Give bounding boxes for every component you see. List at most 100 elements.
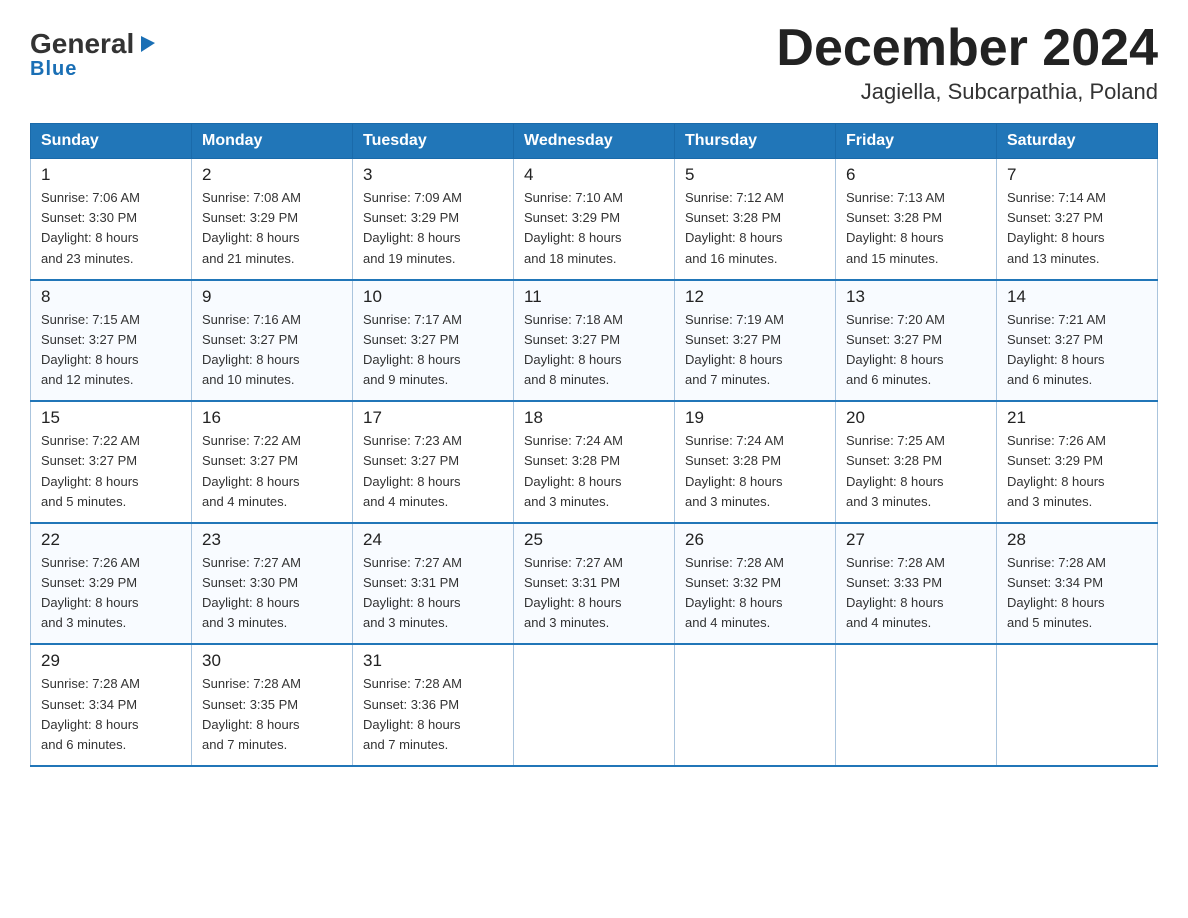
- calendar-cell: 2 Sunrise: 7:08 AMSunset: 3:29 PMDayligh…: [192, 159, 353, 280]
- day-number: 21: [1007, 408, 1147, 428]
- calendar-table: SundayMondayTuesdayWednesdayThursdayFrid…: [30, 123, 1158, 767]
- calendar-header-tuesday: Tuesday: [353, 124, 514, 159]
- day-info: Sunrise: 7:24 AMSunset: 3:28 PMDaylight:…: [685, 433, 784, 508]
- calendar-cell: 1 Sunrise: 7:06 AMSunset: 3:30 PMDayligh…: [31, 159, 192, 280]
- calendar-cell: 4 Sunrise: 7:10 AMSunset: 3:29 PMDayligh…: [514, 159, 675, 280]
- calendar-cell: 31 Sunrise: 7:28 AMSunset: 3:36 PMDaylig…: [353, 644, 514, 766]
- day-info: Sunrise: 7:12 AMSunset: 3:28 PMDaylight:…: [685, 190, 784, 265]
- day-number: 6: [846, 165, 986, 185]
- calendar-cell: 28 Sunrise: 7:28 AMSunset: 3:34 PMDaylig…: [997, 523, 1158, 645]
- day-number: 18: [524, 408, 664, 428]
- calendar-header-row: SundayMondayTuesdayWednesdayThursdayFrid…: [31, 124, 1158, 159]
- day-info: Sunrise: 7:21 AMSunset: 3:27 PMDaylight:…: [1007, 312, 1106, 387]
- page-header: General Blue December 2024 Jagiella, Sub…: [30, 20, 1158, 105]
- day-number: 26: [685, 530, 825, 550]
- day-info: Sunrise: 7:28 AMSunset: 3:34 PMDaylight:…: [41, 676, 140, 751]
- calendar-week-row: 8 Sunrise: 7:15 AMSunset: 3:27 PMDayligh…: [31, 280, 1158, 402]
- day-info: Sunrise: 7:28 AMSunset: 3:32 PMDaylight:…: [685, 555, 784, 630]
- logo-blue-text: Blue: [30, 58, 77, 81]
- calendar-cell: 11 Sunrise: 7:18 AMSunset: 3:27 PMDaylig…: [514, 280, 675, 402]
- calendar-cell: [675, 644, 836, 766]
- calendar-cell: 26 Sunrise: 7:28 AMSunset: 3:32 PMDaylig…: [675, 523, 836, 645]
- day-number: 24: [363, 530, 503, 550]
- calendar-cell: [514, 644, 675, 766]
- calendar-week-row: 15 Sunrise: 7:22 AMSunset: 3:27 PMDaylig…: [31, 401, 1158, 523]
- calendar-cell: 29 Sunrise: 7:28 AMSunset: 3:34 PMDaylig…: [31, 644, 192, 766]
- page-subtitle: Jagiella, Subcarpathia, Poland: [776, 79, 1158, 105]
- calendar-week-row: 29 Sunrise: 7:28 AMSunset: 3:34 PMDaylig…: [31, 644, 1158, 766]
- day-info: Sunrise: 7:08 AMSunset: 3:29 PMDaylight:…: [202, 190, 301, 265]
- day-info: Sunrise: 7:09 AMSunset: 3:29 PMDaylight:…: [363, 190, 462, 265]
- day-number: 8: [41, 287, 181, 307]
- day-info: Sunrise: 7:28 AMSunset: 3:36 PMDaylight:…: [363, 676, 462, 751]
- day-number: 11: [524, 287, 664, 307]
- calendar-cell: 21 Sunrise: 7:26 AMSunset: 3:29 PMDaylig…: [997, 401, 1158, 523]
- day-info: Sunrise: 7:15 AMSunset: 3:27 PMDaylight:…: [41, 312, 140, 387]
- calendar-cell: 13 Sunrise: 7:20 AMSunset: 3:27 PMDaylig…: [836, 280, 997, 402]
- calendar-cell: 17 Sunrise: 7:23 AMSunset: 3:27 PMDaylig…: [353, 401, 514, 523]
- day-number: 19: [685, 408, 825, 428]
- calendar-cell: 7 Sunrise: 7:14 AMSunset: 3:27 PMDayligh…: [997, 159, 1158, 280]
- day-number: 23: [202, 530, 342, 550]
- calendar-header-thursday: Thursday: [675, 124, 836, 159]
- day-number: 1: [41, 165, 181, 185]
- day-number: 31: [363, 651, 503, 671]
- day-info: Sunrise: 7:25 AMSunset: 3:28 PMDaylight:…: [846, 433, 945, 508]
- calendar-header-sunday: Sunday: [31, 124, 192, 159]
- day-info: Sunrise: 7:28 AMSunset: 3:34 PMDaylight:…: [1007, 555, 1106, 630]
- day-number: 16: [202, 408, 342, 428]
- calendar-cell: 27 Sunrise: 7:28 AMSunset: 3:33 PMDaylig…: [836, 523, 997, 645]
- day-number: 27: [846, 530, 986, 550]
- day-info: Sunrise: 7:19 AMSunset: 3:27 PMDaylight:…: [685, 312, 784, 387]
- day-number: 7: [1007, 165, 1147, 185]
- calendar-cell: 23 Sunrise: 7:27 AMSunset: 3:30 PMDaylig…: [192, 523, 353, 645]
- day-number: 28: [1007, 530, 1147, 550]
- day-number: 12: [685, 287, 825, 307]
- calendar-week-row: 22 Sunrise: 7:26 AMSunset: 3:29 PMDaylig…: [31, 523, 1158, 645]
- day-info: Sunrise: 7:27 AMSunset: 3:30 PMDaylight:…: [202, 555, 301, 630]
- logo: General Blue: [30, 30, 159, 81]
- day-number: 17: [363, 408, 503, 428]
- calendar-cell: 9 Sunrise: 7:16 AMSunset: 3:27 PMDayligh…: [192, 280, 353, 402]
- day-info: Sunrise: 7:10 AMSunset: 3:29 PMDaylight:…: [524, 190, 623, 265]
- day-number: 20: [846, 408, 986, 428]
- calendar-cell: [836, 644, 997, 766]
- day-info: Sunrise: 7:22 AMSunset: 3:27 PMDaylight:…: [41, 433, 140, 508]
- calendar-header-wednesday: Wednesday: [514, 124, 675, 159]
- day-info: Sunrise: 7:22 AMSunset: 3:27 PMDaylight:…: [202, 433, 301, 508]
- day-number: 15: [41, 408, 181, 428]
- day-number: 10: [363, 287, 503, 307]
- calendar-cell: 14 Sunrise: 7:21 AMSunset: 3:27 PMDaylig…: [997, 280, 1158, 402]
- calendar-cell: 19 Sunrise: 7:24 AMSunset: 3:28 PMDaylig…: [675, 401, 836, 523]
- day-number: 30: [202, 651, 342, 671]
- calendar-cell: 25 Sunrise: 7:27 AMSunset: 3:31 PMDaylig…: [514, 523, 675, 645]
- calendar-week-row: 1 Sunrise: 7:06 AMSunset: 3:30 PMDayligh…: [31, 159, 1158, 280]
- day-number: 14: [1007, 287, 1147, 307]
- calendar-header-saturday: Saturday: [997, 124, 1158, 159]
- day-info: Sunrise: 7:17 AMSunset: 3:27 PMDaylight:…: [363, 312, 462, 387]
- calendar-cell: 24 Sunrise: 7:27 AMSunset: 3:31 PMDaylig…: [353, 523, 514, 645]
- day-info: Sunrise: 7:24 AMSunset: 3:28 PMDaylight:…: [524, 433, 623, 508]
- day-info: Sunrise: 7:26 AMSunset: 3:29 PMDaylight:…: [41, 555, 140, 630]
- day-info: Sunrise: 7:27 AMSunset: 3:31 PMDaylight:…: [524, 555, 623, 630]
- calendar-cell: 18 Sunrise: 7:24 AMSunset: 3:28 PMDaylig…: [514, 401, 675, 523]
- calendar-cell: 20 Sunrise: 7:25 AMSunset: 3:28 PMDaylig…: [836, 401, 997, 523]
- calendar-cell: 12 Sunrise: 7:19 AMSunset: 3:27 PMDaylig…: [675, 280, 836, 402]
- day-info: Sunrise: 7:18 AMSunset: 3:27 PMDaylight:…: [524, 312, 623, 387]
- calendar-cell: 5 Sunrise: 7:12 AMSunset: 3:28 PMDayligh…: [675, 159, 836, 280]
- calendar-cell: 3 Sunrise: 7:09 AMSunset: 3:29 PMDayligh…: [353, 159, 514, 280]
- calendar-cell: 16 Sunrise: 7:22 AMSunset: 3:27 PMDaylig…: [192, 401, 353, 523]
- calendar-cell: [997, 644, 1158, 766]
- day-number: 9: [202, 287, 342, 307]
- title-area: December 2024 Jagiella, Subcarpathia, Po…: [776, 20, 1158, 105]
- calendar-header-monday: Monday: [192, 124, 353, 159]
- day-info: Sunrise: 7:14 AMSunset: 3:27 PMDaylight:…: [1007, 190, 1106, 265]
- day-info: Sunrise: 7:27 AMSunset: 3:31 PMDaylight:…: [363, 555, 462, 630]
- calendar-cell: 15 Sunrise: 7:22 AMSunset: 3:27 PMDaylig…: [31, 401, 192, 523]
- day-info: Sunrise: 7:16 AMSunset: 3:27 PMDaylight:…: [202, 312, 301, 387]
- day-number: 22: [41, 530, 181, 550]
- day-info: Sunrise: 7:23 AMSunset: 3:27 PMDaylight:…: [363, 433, 462, 508]
- logo-triangle-icon: [137, 32, 159, 54]
- calendar-header-friday: Friday: [836, 124, 997, 159]
- logo-general-text: General: [30, 30, 134, 58]
